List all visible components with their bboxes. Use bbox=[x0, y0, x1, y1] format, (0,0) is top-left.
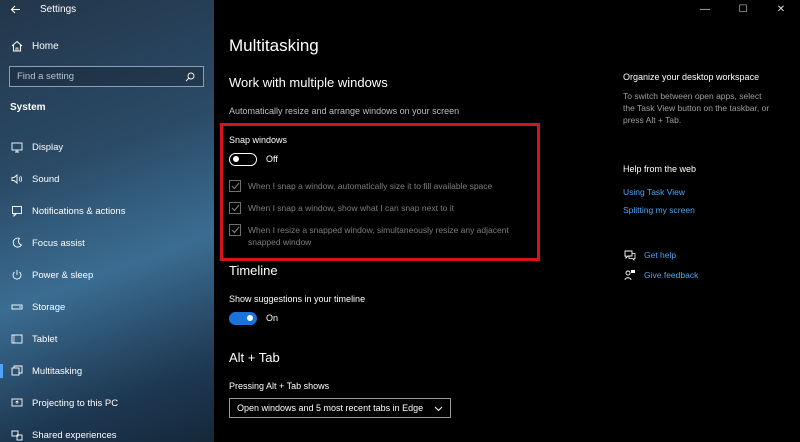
sidebar-item-label: Focus assist bbox=[32, 237, 85, 249]
power-icon bbox=[10, 268, 24, 282]
help-heading: Help from the web bbox=[623, 164, 697, 174]
sidebar-item-label: Storage bbox=[32, 301, 66, 313]
search-icon[interactable] bbox=[184, 71, 196, 83]
sidebar-item-storage[interactable]: Storage bbox=[0, 291, 214, 323]
projecting-icon bbox=[10, 396, 24, 410]
sidebar-item-label: Multitasking bbox=[32, 365, 83, 377]
timeline-suggestions-state: On bbox=[266, 313, 279, 323]
titlebar-left: Settings bbox=[0, 0, 214, 18]
back-button[interactable] bbox=[0, 0, 30, 18]
close-button[interactable]: ✕ bbox=[762, 0, 800, 18]
get-help-label: Get help bbox=[644, 249, 677, 260]
windows-description: Automatically resize and arrange windows… bbox=[229, 106, 460, 116]
give-feedback-link[interactable]: Give feedback bbox=[623, 268, 698, 281]
search-box[interactable] bbox=[9, 66, 204, 87]
minimize-icon: — bbox=[700, 3, 710, 15]
maximize-icon: ☐ bbox=[738, 3, 748, 15]
home-icon bbox=[10, 39, 24, 53]
display-icon bbox=[10, 140, 24, 154]
give-feedback-label: Give feedback bbox=[644, 269, 699, 280]
window-controls: — ☐ ✕ bbox=[686, 0, 800, 18]
maximize-button[interactable]: ☐ bbox=[724, 0, 762, 18]
focus-assist-icon bbox=[10, 236, 24, 250]
back-arrow-icon bbox=[10, 5, 20, 13]
alttab-label: Pressing Alt + Tab shows bbox=[229, 381, 330, 391]
organize-heading: Organize your desktop workspace bbox=[623, 72, 760, 82]
organize-text: To switch between open apps, select the … bbox=[623, 91, 770, 125]
sidebar-item-label: Notifications & actions bbox=[32, 205, 126, 217]
alttab-heading: Alt + Tab bbox=[229, 350, 280, 365]
sidebar-item-notifications[interactable]: Notifications & actions bbox=[0, 195, 214, 227]
sidebar-item-label: Display bbox=[32, 141, 64, 153]
sidebar-item-sound[interactable]: Sound bbox=[0, 163, 214, 195]
feedback-person-icon bbox=[623, 268, 636, 281]
close-icon: ✕ bbox=[776, 3, 786, 15]
toggle-knob bbox=[247, 315, 253, 321]
alttab-dropdown[interactable]: Open windows and 5 most recent tabs in E… bbox=[229, 398, 451, 418]
sidebar-item-label: Shared experiences bbox=[32, 429, 117, 441]
sidebar-item-display[interactable]: Display bbox=[0, 131, 214, 163]
sidebar-item-power[interactable]: Power & sleep bbox=[0, 259, 214, 291]
timeline-heading: Timeline bbox=[229, 263, 278, 278]
minimize-button[interactable]: — bbox=[686, 0, 724, 18]
sidebar-item-projecting[interactable]: Projecting to this PC bbox=[0, 387, 214, 419]
sidebar-item-tablet[interactable]: Tablet bbox=[0, 323, 214, 355]
chevron-down-icon bbox=[434, 399, 443, 417]
link-using-task-view[interactable]: Using Task View bbox=[623, 187, 685, 197]
snap-windows-highlight bbox=[220, 123, 540, 261]
timeline-suggestions-toggle[interactable] bbox=[229, 312, 257, 325]
sidebar-item-label: Power & sleep bbox=[32, 269, 94, 281]
tablet-icon bbox=[10, 332, 24, 346]
link-splitting-screen[interactable]: Splitting my screen bbox=[623, 205, 695, 215]
chat-bubble-icon bbox=[623, 248, 636, 261]
windows-heading: Work with multiple windows bbox=[229, 75, 388, 90]
multitasking-icon bbox=[10, 364, 24, 378]
shared-experiences-icon bbox=[10, 428, 24, 442]
home-label: Home bbox=[32, 40, 59, 52]
get-help-link[interactable]: Get help bbox=[623, 248, 676, 261]
sidebar-nav: Display Sound Notifications & actions Fo… bbox=[0, 131, 214, 442]
sidebar-item-multitasking[interactable]: Multitasking bbox=[0, 355, 214, 387]
notifications-icon bbox=[10, 204, 24, 218]
sound-icon bbox=[10, 172, 24, 186]
storage-icon bbox=[10, 300, 24, 314]
sidebar-item-label: Projecting to this PC bbox=[32, 397, 119, 409]
sidebar-item-home[interactable]: Home bbox=[0, 36, 214, 56]
sidebar-item-label: Sound bbox=[32, 173, 60, 185]
timeline-suggestions-label: Show suggestions in your timeline bbox=[229, 294, 366, 304]
sidebar: Settings Home System Display Sound bbox=[0, 0, 214, 442]
search-input[interactable] bbox=[17, 71, 177, 82]
sidebar-item-label: Tablet bbox=[32, 333, 58, 345]
section-title: System bbox=[10, 102, 46, 113]
sidebar-item-focus-assist[interactable]: Focus assist bbox=[0, 227, 214, 259]
sidebar-item-shared-experiences[interactable]: Shared experiences bbox=[0, 419, 214, 442]
alttab-selected-value: Open windows and 5 most recent tabs in E… bbox=[237, 403, 424, 413]
page-title: Multitasking bbox=[229, 36, 319, 55]
app-title: Settings bbox=[40, 3, 77, 15]
